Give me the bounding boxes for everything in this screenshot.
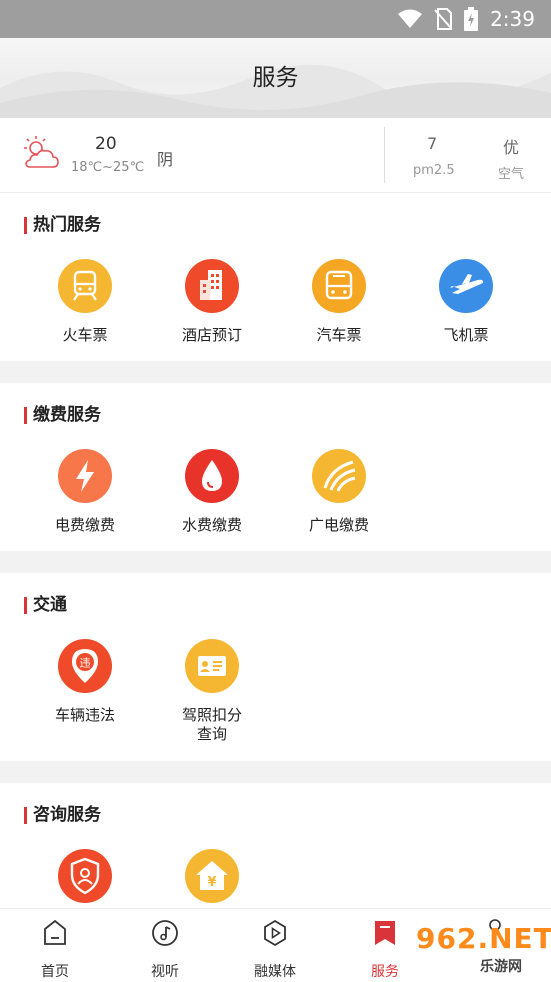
- tab-label: 首页: [41, 964, 69, 980]
- consult-services-section: 咨询服务 ¥: [0, 783, 551, 908]
- bus-icon: [312, 259, 366, 313]
- vehicle-violation-button[interactable]: 违 车辆违法: [30, 638, 140, 725]
- consult-item-2[interactable]: ¥: [157, 848, 267, 908]
- watermark-brand: 962.NET: [416, 922, 551, 955]
- air-quality-value: 优: [503, 138, 520, 157]
- home-icon: [44, 919, 66, 945]
- weather-panel[interactable]: 20 18℃~25℃ 阴 7 pm2.5 优 空气: [0, 118, 551, 193]
- item-label: 汽车票: [316, 326, 362, 344]
- traffic-section: 交通 违 车辆违法 驾照扣分 查询: [0, 573, 551, 761]
- watermark-sub: 乐游网: [480, 959, 522, 975]
- section-gap: [0, 551, 551, 573]
- item-label: 电费缴费: [54, 516, 115, 534]
- item-label: 飞机票: [443, 326, 489, 344]
- page-header: 服务: [0, 38, 551, 118]
- flight-ticket-button[interactable]: 飞机票: [411, 258, 521, 345]
- payment-services-section: 缴费服务 电费缴费 水费缴费 广电缴费: [0, 383, 551, 551]
- hotel-icon: [185, 259, 239, 313]
- section-title: 缴费服务: [24, 405, 101, 425]
- electricity-payment-button[interactable]: 电费缴费: [30, 448, 140, 535]
- bookmark-icon: [375, 921, 395, 945]
- status-time: 2:39: [490, 7, 535, 31]
- section-title: 交通: [24, 595, 67, 615]
- temperature-range: 18℃~25℃: [71, 160, 145, 175]
- item-label: 火车票: [62, 326, 108, 344]
- bus-ticket-button[interactable]: 汽车票: [284, 258, 394, 345]
- divider: [384, 127, 385, 183]
- no-sim-icon: [434, 8, 453, 30]
- violation-icon: 违: [58, 639, 112, 693]
- section-gap: [0, 761, 551, 783]
- page-title: 服务: [252, 65, 299, 91]
- item-label: 驾照扣分 查询: [181, 706, 242, 743]
- pm25-value: 7: [427, 134, 438, 153]
- consult-item-1[interactable]: [30, 848, 140, 908]
- tab-home[interactable]: 首页: [15, 917, 95, 981]
- tab-label: 融媒体: [254, 964, 296, 980]
- status-bar: 2:39: [0, 0, 551, 38]
- section-title: 热门服务: [24, 215, 101, 235]
- broadcast-payment-button[interactable]: 广电缴费: [284, 448, 394, 535]
- tab-media[interactable]: 融媒体: [235, 917, 315, 981]
- plane-icon: [439, 259, 493, 313]
- pm25-label: pm2.5: [413, 163, 455, 178]
- hot-services-section: 热门服务 火车票 酒店预订 汽车票 飞机票: [0, 193, 551, 361]
- hotel-booking-button[interactable]: 酒店预订: [157, 258, 267, 345]
- air-quality-label: 空气: [498, 167, 525, 182]
- wifi-icon: [398, 9, 423, 28]
- battery-icon: [464, 7, 479, 31]
- section-title: 咨询服务: [24, 805, 101, 825]
- item-label: 车辆违法: [54, 706, 115, 724]
- train-ticket-button[interactable]: 火车票: [30, 258, 140, 345]
- license-icon: [185, 639, 239, 693]
- license-points-button[interactable]: 驾照扣分 查询: [157, 638, 267, 744]
- play-icon: [264, 919, 286, 947]
- item-label: 酒店预订: [181, 326, 242, 344]
- weather-condition: 阴: [157, 150, 174, 169]
- water-drop-icon: [185, 449, 239, 503]
- music-icon: [152, 920, 178, 946]
- cloudy-sun-icon: [24, 136, 59, 168]
- temperature: 20: [95, 134, 117, 154]
- watermark-logo: 962.NET 乐游网: [408, 918, 551, 976]
- broadcast-icon: [312, 449, 366, 503]
- svg-text:¥: ¥: [207, 875, 216, 890]
- tab-label: 视听: [151, 964, 179, 980]
- item-label: 水费缴费: [181, 516, 242, 534]
- svg-text:违: 违: [80, 657, 91, 670]
- train-icon: [58, 259, 112, 313]
- tab-audio-video[interactable]: 视听: [125, 917, 205, 981]
- shield-user-icon: [58, 849, 112, 903]
- lightning-icon: [58, 449, 112, 503]
- house-yuan-icon: ¥: [185, 849, 239, 903]
- water-payment-button[interactable]: 水费缴费: [157, 448, 267, 535]
- item-label: 广电缴费: [308, 516, 369, 534]
- section-gap: [0, 361, 551, 383]
